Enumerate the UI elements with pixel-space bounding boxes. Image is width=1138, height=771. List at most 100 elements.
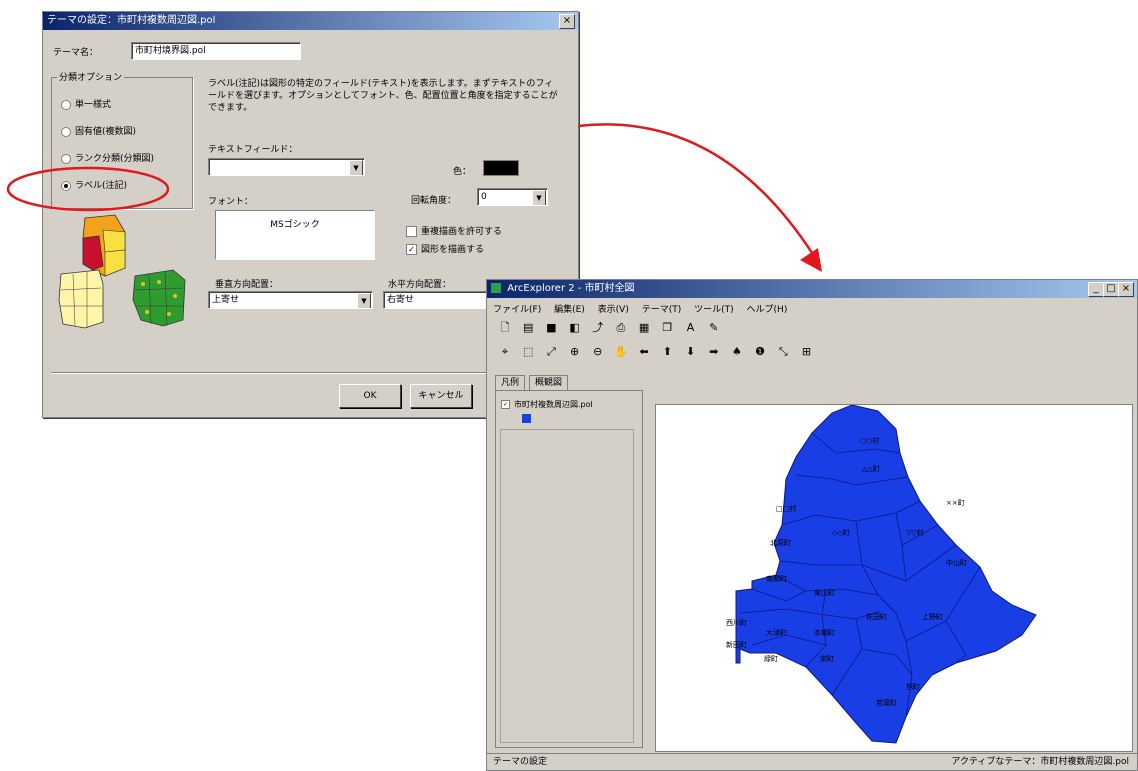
text-field-label: テキストフィールド：: [208, 145, 298, 155]
horizontal-align-select[interactable]: 右寄せ: [383, 291, 498, 309]
arcexplorer-window: ArcExplorer 2 - 市町村全図 _ □ × ファイル(F) 編集(E…: [486, 279, 1138, 771]
annotation-ellipse: [6, 166, 170, 212]
maximize-icon[interactable]: □: [1103, 282, 1119, 297]
map-label: 北原町: [770, 539, 791, 547]
classification-preview-image: [58, 214, 186, 329]
checkbox-icon: [406, 226, 417, 237]
map-svg: ○○村 △△町 ××町 □□村 ◇◇町 ▽▽村 北原町 中山町 南郷町 東山町 …: [726, 404, 1037, 744]
font-label: フォント：: [208, 197, 254, 207]
find-icon[interactable]: ♠: [729, 344, 745, 360]
map-label: 本郷町: [814, 628, 835, 637]
text-icon[interactable]: A: [683, 320, 699, 336]
chevron-down-icon[interactable]: ▼: [349, 160, 363, 175]
map-label: 緑町: [764, 654, 778, 663]
menu-bar: ファイル(F) 編集(E) 表示(V) テーマ(T) ツール(T) ヘルプ(H): [493, 302, 797, 315]
map-label: 若葉町: [876, 698, 897, 707]
query-icon[interactable]: ⊞: [798, 344, 814, 360]
vertical-align-label: 垂直方向配置：: [215, 280, 279, 290]
preview-single-map: [58, 269, 104, 329]
toolbar-bottom: ⌖ ⬚ ⤢ ⊕ ⊖ ✋ ⬅ ⬆ ⬇ ➡ ♠ ❶ ⤡ ⊞: [497, 344, 818, 360]
chevron-down-icon[interactable]: ▼: [532, 190, 546, 205]
map-label: 旭町: [906, 682, 920, 691]
select-box-icon[interactable]: ⬚: [520, 344, 536, 360]
table-icon[interactable]: ▦: [636, 320, 652, 336]
legend-panel: ✓ 市町村複数周辺図.pol: [495, 390, 643, 748]
color-label: 色：: [453, 167, 472, 177]
tab-legend[interactable]: 凡例: [495, 375, 526, 390]
map-label: ▽▽村: [906, 528, 924, 537]
preview-rank-map: [132, 269, 186, 327]
map-label: 新田町: [726, 640, 747, 649]
map-label: 西川町: [726, 619, 747, 627]
map-label: ◇◇町: [832, 529, 850, 537]
chevron-down-icon[interactable]: ▼: [357, 293, 371, 308]
save-icon[interactable]: ■: [543, 320, 559, 336]
font-preview-text: MSゴシック: [270, 220, 320, 230]
arrow-right-icon[interactable]: ➡: [706, 344, 722, 360]
close-icon[interactable]: ×: [559, 14, 575, 29]
status-bar: テーマの設定 アクティブなテーマ：市町村複数周辺図.pol: [487, 753, 1137, 770]
arrow-down-icon[interactable]: ⬇: [683, 344, 699, 360]
arrow-up-icon[interactable]: ⬆: [659, 344, 675, 360]
map-label: 上野町: [922, 612, 943, 621]
rotation-select[interactable]: 0 ▼: [477, 188, 548, 206]
app-icon: [491, 283, 501, 293]
map-label: 大津町: [766, 628, 787, 637]
close-icon[interactable]: ×: [1118, 282, 1134, 297]
copy-icon[interactable]: ❐: [659, 320, 675, 336]
preview-unique-map: [82, 214, 126, 277]
rotation-label: 回転角度：: [411, 196, 457, 206]
map-label: ××町: [946, 499, 965, 507]
map-label: ○○村: [860, 436, 879, 445]
allow-overlap-checkbox[interactable]: 重複描画を許可する: [406, 224, 502, 237]
legend-item[interactable]: ✓ 市町村複数周辺図.pol: [501, 399, 593, 410]
checkbox-checked-icon: ✓: [501, 400, 510, 409]
zoom-in-icon[interactable]: ⊕: [567, 344, 583, 360]
zoom-extent-icon[interactable]: ⤢: [543, 344, 559, 360]
map-label: 花田町: [866, 612, 887, 621]
cancel-button[interactable]: キャンセル: [410, 384, 472, 408]
map-label: 東山町: [814, 588, 835, 597]
map-label: □□村: [776, 504, 796, 513]
toolbar-top: 🗋 ▤ ■ ◧ ⤴ ⎙ ▦ ❐ A ✎: [497, 320, 726, 336]
measure-icon[interactable]: ⤡: [775, 344, 791, 360]
print-icon[interactable]: ⎙: [613, 320, 629, 336]
text-field-select[interactable]: ▼: [208, 158, 365, 176]
draw-shape-checkbox[interactable]: ✓ 図形を描画する: [406, 242, 484, 255]
arrow-left-icon[interactable]: ⬅: [636, 344, 652, 360]
minimize-icon[interactable]: _: [1088, 282, 1104, 297]
checkbox-checked-icon: ✓: [406, 244, 417, 255]
zoom-out-icon[interactable]: ⊖: [590, 344, 606, 360]
font-preview-box[interactable]: MSゴシック: [215, 210, 375, 260]
tab-overview[interactable]: 概観図: [529, 375, 569, 390]
draw-icon[interactable]: ✎: [706, 320, 722, 336]
identify-icon[interactable]: ❶: [752, 344, 768, 360]
map-label: 中山町: [946, 558, 967, 567]
ok-button[interactable]: OK: [339, 384, 401, 408]
pan-icon[interactable]: ✋: [613, 344, 629, 360]
color-swatch[interactable]: [483, 160, 519, 176]
map-label: △△町: [862, 465, 880, 473]
open-icon[interactable]: ▤: [520, 320, 536, 336]
menu-view[interactable]: 表示(V): [598, 305, 629, 315]
status-left: テーマの設定: [493, 757, 548, 767]
map-label: 南郷町: [766, 574, 787, 583]
menu-help[interactable]: ヘルプ(H): [747, 305, 788, 315]
map-canvas[interactable]: ○○村 △△町 ××町 □□村 ◇◇町 ▽▽村 北原町 中山町 南郷町 東山町 …: [655, 404, 1133, 752]
annotation-arrow: [577, 123, 822, 272]
menu-theme[interactable]: テーマ(T): [642, 305, 682, 315]
legend-swatch: [522, 414, 531, 423]
select-icon[interactable]: ⌖: [497, 344, 513, 360]
new-file-icon[interactable]: 🗋: [497, 320, 513, 336]
menu-edit[interactable]: 編集(E): [554, 305, 585, 315]
menu-tools[interactable]: ツール(T): [694, 305, 734, 315]
map-label: 栄町: [820, 654, 834, 663]
horizontal-align-label: 水平方向配置：: [388, 280, 452, 290]
description-text: ラベル(注記)は図形の特定のフィールド(テキスト)を表示します。まずテキストのフ…: [208, 79, 558, 113]
remove-theme-icon[interactable]: ⤴: [590, 320, 606, 336]
menu-file[interactable]: ファイル(F): [493, 305, 541, 315]
vertical-align-select[interactable]: 上寄せ ▼: [208, 291, 373, 309]
legend-inner-divider: [500, 429, 634, 743]
status-right: アクティブなテーマ：市町村複数周辺図.pol: [951, 757, 1129, 767]
add-theme-icon[interactable]: ◧: [567, 320, 583, 336]
